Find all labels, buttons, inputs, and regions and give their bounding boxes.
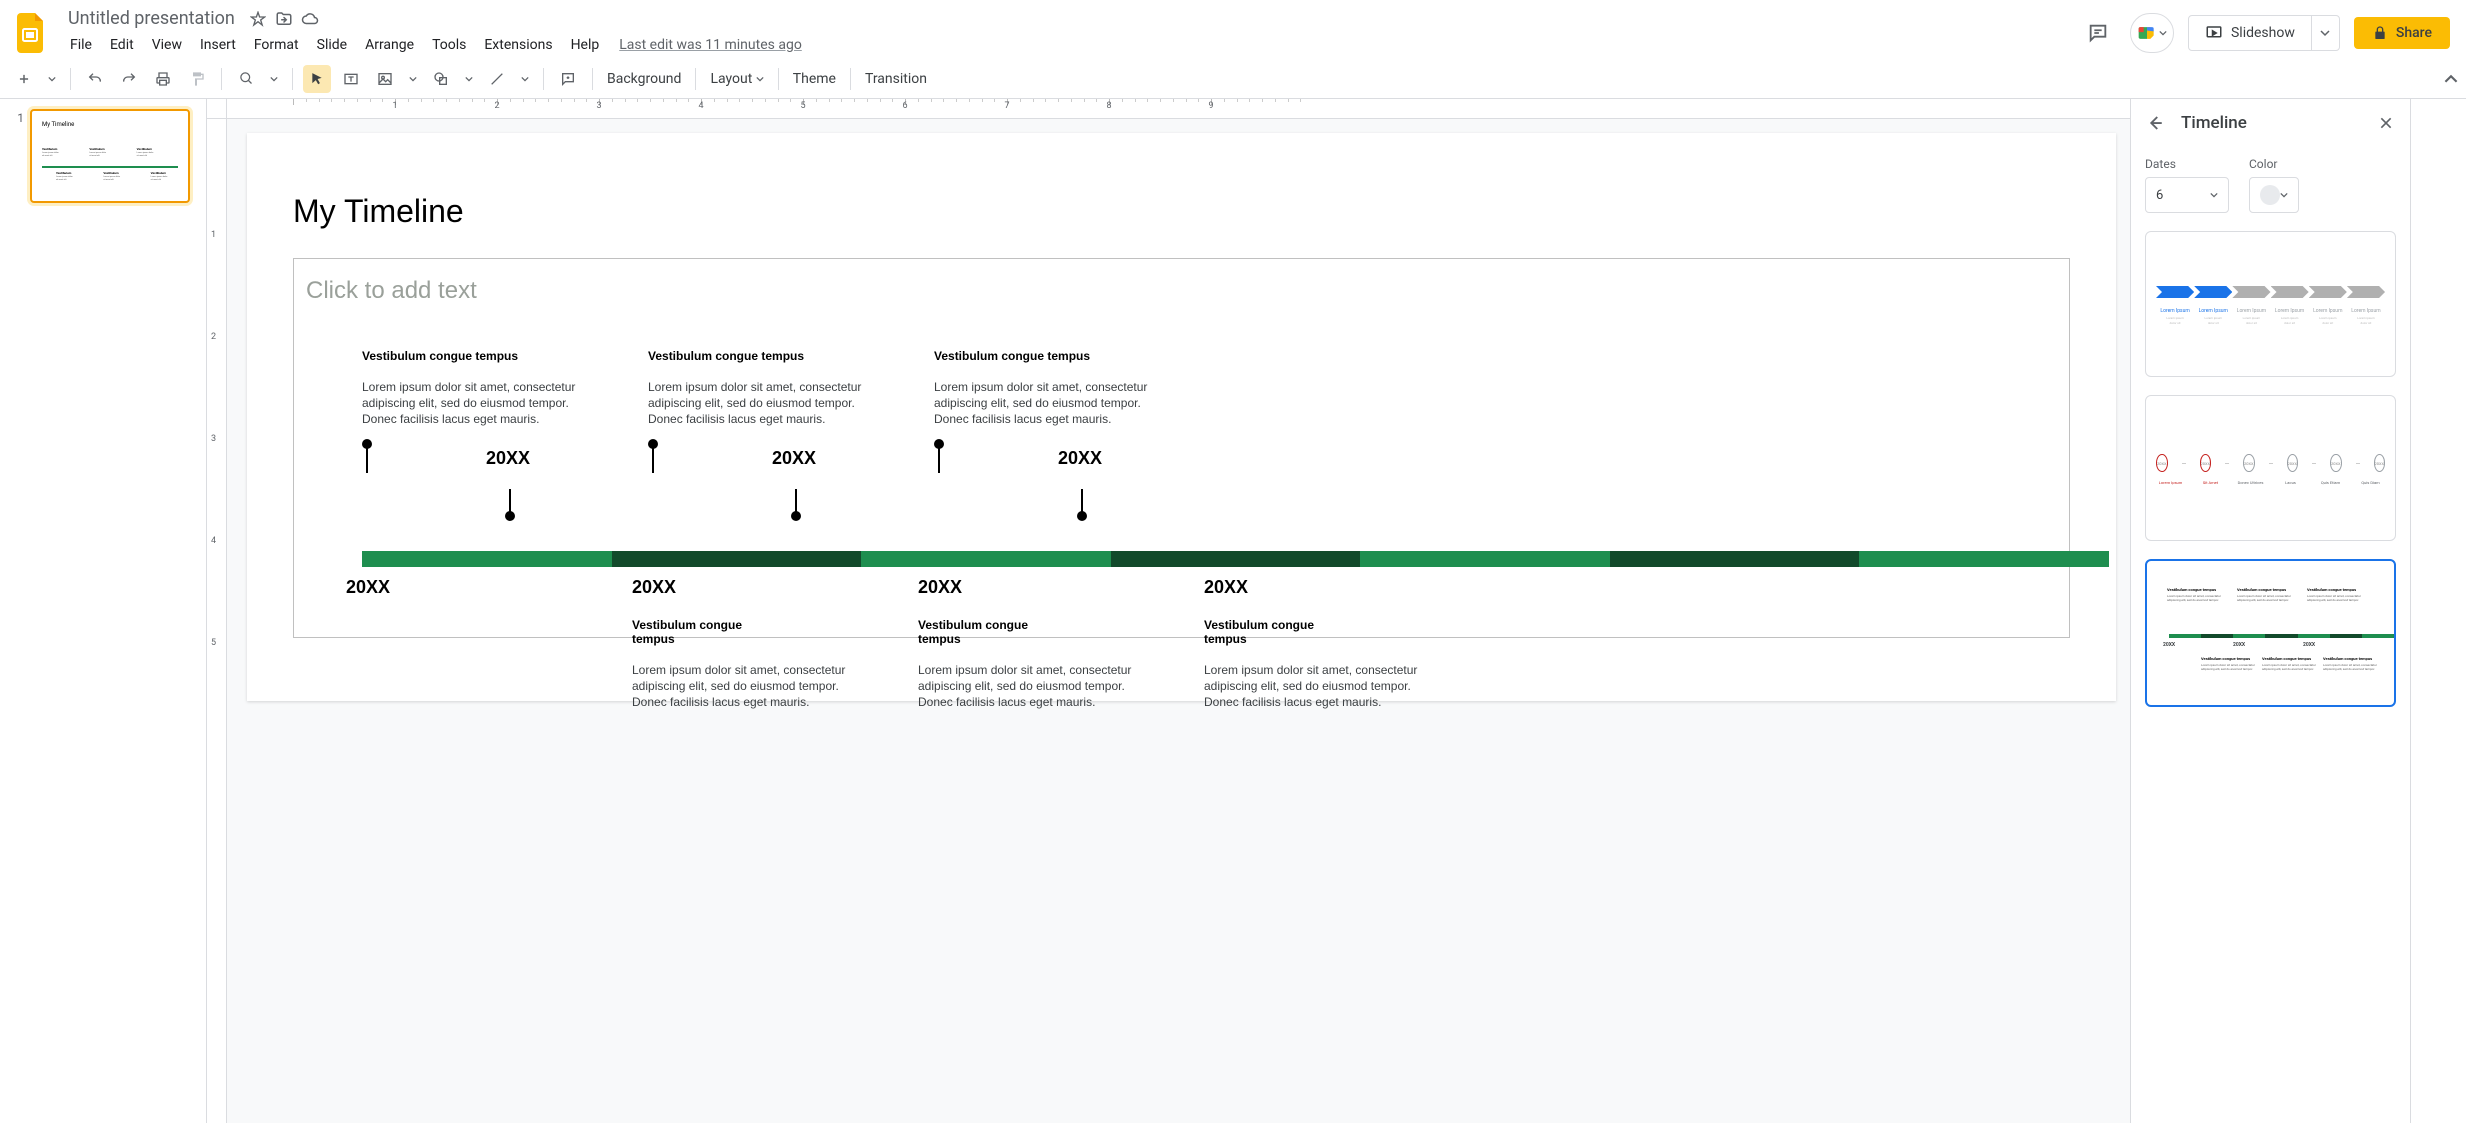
menu-insert[interactable]: Insert — [192, 33, 244, 57]
comments-icon[interactable] — [2080, 15, 2116, 51]
cloud-status-icon[interactable] — [301, 10, 319, 28]
chevron-down-icon — [2320, 28, 2330, 38]
share-button[interactable]: Share — [2354, 17, 2450, 49]
slide-canvas[interactable]: My Timeline Click to add text Vestibulum… — [247, 133, 2116, 701]
menu-format[interactable]: Format — [246, 33, 307, 57]
last-edit-link[interactable]: Last edit was 11 minutes ago — [619, 37, 802, 53]
slideshow-button-group: Slideshow — [2188, 15, 2340, 51]
collapse-toolbar-icon[interactable] — [2444, 72, 2458, 86]
line-dropdown[interactable] — [517, 65, 533, 93]
menu-file[interactable]: File — [62, 33, 100, 57]
ruler-horizontal: 123456789 — [227, 99, 2130, 119]
toolbar: Background Layout Theme Transition — [0, 59, 2466, 99]
new-slide-dropdown[interactable] — [44, 65, 60, 93]
panel-close-icon[interactable] — [2374, 111, 2398, 135]
comment-button[interactable] — [554, 65, 582, 93]
menu-slide[interactable]: Slide — [309, 33, 355, 57]
timeline-diagram: Vestibulum congue tempus Lorem ipsum dol… — [324, 349, 2109, 710]
doc-title[interactable]: Untitled presentation — [62, 6, 241, 31]
dates-select[interactable]: 6 — [2145, 177, 2229, 213]
new-slide-button[interactable] — [10, 65, 38, 93]
canvas-area[interactable]: 123456789 12345 My Timeline Click to add… — [206, 99, 2130, 1123]
filmstrip[interactable]: 1 My Timeline VestibulumLorem ipsum dolo… — [0, 99, 206, 1123]
layout-button[interactable]: Layout — [706, 65, 767, 93]
move-folder-icon[interactable] — [275, 10, 293, 28]
menu-extensions[interactable]: Extensions — [476, 33, 560, 57]
menu-help[interactable]: Help — [563, 33, 608, 57]
undo-button[interactable] — [81, 65, 109, 93]
lock-icon — [2372, 25, 2388, 41]
slideshow-label: Slideshow — [2231, 25, 2295, 41]
ruler-vertical: 12345 — [207, 119, 227, 1123]
line-tool[interactable] — [483, 65, 511, 93]
share-label: Share — [2396, 25, 2432, 41]
shape-dropdown[interactable] — [461, 65, 477, 93]
slide-number: 1 — [10, 109, 24, 203]
zoom-dropdown[interactable] — [266, 65, 282, 93]
app-slides-icon[interactable] — [12, 13, 52, 53]
transition-button[interactable]: Transition — [861, 65, 931, 93]
redo-button[interactable] — [115, 65, 143, 93]
present-icon — [2205, 24, 2223, 42]
color-swatch — [2260, 185, 2280, 205]
select-tool[interactable] — [303, 65, 331, 93]
timeline-panel: Timeline Dates 6 Color — [2130, 99, 2410, 1123]
template-option-3[interactable]: Vestibulum congue tempusLorem ipsum dolo… — [2145, 559, 2396, 707]
menu-tools[interactable]: Tools — [424, 33, 474, 57]
side-rail — [2410, 99, 2466, 1123]
ruler-corner — [207, 99, 227, 119]
menu-bar: File Edit View Insert Format Slide Arran… — [62, 31, 2070, 59]
zoom-button[interactable] — [232, 65, 260, 93]
slide-title[interactable]: My Timeline — [293, 193, 2070, 230]
panel-title: Timeline — [2181, 113, 2360, 133]
panel-back-icon[interactable] — [2143, 111, 2167, 135]
theme-button[interactable]: Theme — [789, 65, 840, 93]
template-option-1[interactable]: Lorem Ipsum Lorem Ipsum Lorem Ipsum Lore… — [2145, 231, 2396, 377]
chevron-down-icon — [2280, 191, 2288, 199]
star-icon[interactable] — [249, 10, 267, 28]
color-label: Color — [2249, 157, 2299, 171]
template-option-2[interactable]: 20XX 20XX 20XX 20XX 20XX 20XX Lorem Ipsu… — [2145, 395, 2396, 541]
print-button[interactable] — [149, 65, 177, 93]
slide-thumbnail-1[interactable]: 1 My Timeline VestibulumLorem ipsum dolo… — [10, 109, 206, 203]
slideshow-dropdown[interactable] — [2311, 16, 2339, 50]
background-button[interactable]: Background — [603, 65, 685, 93]
shape-tool[interactable] — [427, 65, 455, 93]
chevron-down-icon — [2159, 29, 2167, 37]
menu-arrange[interactable]: Arrange — [357, 33, 422, 57]
color-select[interactable] — [2249, 177, 2299, 213]
menu-edit[interactable]: Edit — [102, 33, 142, 57]
meet-button[interactable] — [2130, 13, 2174, 53]
text-placeholder[interactable]: Click to add text Vestibulum congue temp… — [293, 258, 2070, 638]
title-bar: Untitled presentation File Edit View Ins… — [0, 0, 2466, 59]
menu-view[interactable]: View — [144, 33, 190, 57]
dates-label: Dates — [2145, 157, 2229, 171]
slideshow-button[interactable]: Slideshow — [2189, 16, 2311, 50]
image-dropdown[interactable] — [405, 65, 421, 93]
image-tool[interactable] — [371, 65, 399, 93]
paint-format-button[interactable] — [183, 65, 211, 93]
chevron-down-icon — [2210, 191, 2218, 199]
textbox-tool[interactable] — [337, 65, 365, 93]
